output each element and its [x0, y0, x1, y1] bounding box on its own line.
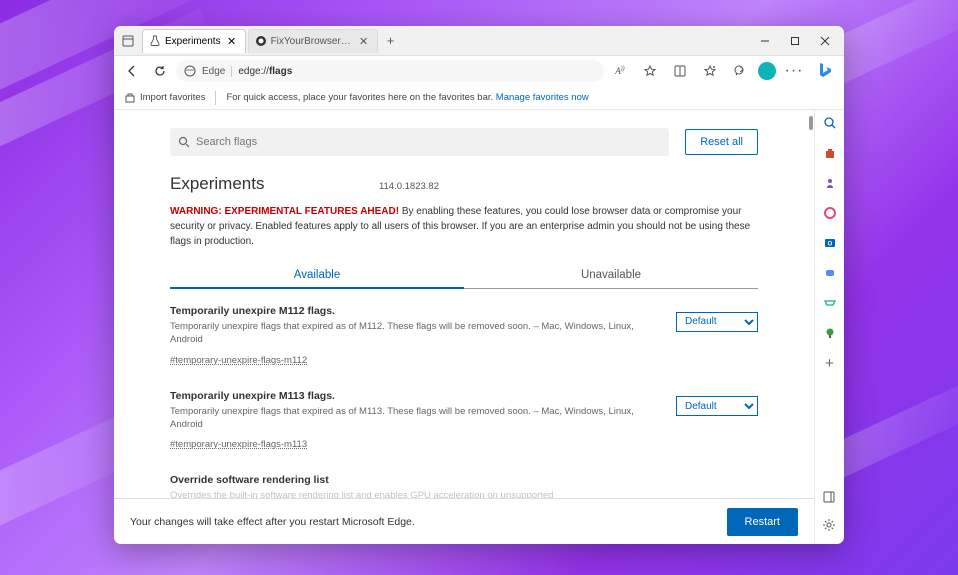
flag-title: Temporarily unexpire M112 flags.: [170, 305, 656, 317]
outlook-icon[interactable]: O: [821, 234, 839, 252]
close-button[interactable]: [810, 28, 840, 54]
restart-button[interactable]: Restart: [727, 508, 798, 536]
flag-description: Temporarily unexpire flags that expired …: [170, 405, 656, 432]
split-screen-button[interactable]: [668, 59, 692, 83]
address-url: edge://flags: [238, 66, 292, 77]
address-prefix: Edge: [202, 66, 232, 77]
reset-all-button[interactable]: Reset all: [685, 129, 758, 155]
flag-anchor-link[interactable]: #temporary-unexpire-flags-m113: [170, 439, 307, 450]
tools-icon[interactable]: [821, 174, 839, 192]
search-icon[interactable]: [821, 114, 839, 132]
titlebar: Experiments ✕ FixYourBrowser - Your Trus…: [114, 26, 844, 56]
import-favorites-label: Import favorites: [140, 92, 205, 103]
flag-description: Overrides the built-in software renderin…: [170, 489, 758, 498]
tab-available[interactable]: Available: [170, 263, 464, 289]
read-aloud-button[interactable]: A)): [608, 59, 632, 83]
flag-select[interactable]: Default: [676, 396, 758, 416]
shopping-icon[interactable]: [821, 144, 839, 162]
more-button[interactable]: ···: [782, 59, 806, 83]
tab-unavailable[interactable]: Unavailable: [464, 263, 758, 288]
svg-text:O: O: [827, 242, 832, 248]
new-tab-button[interactable]: +: [380, 30, 402, 52]
flask-icon: [149, 35, 161, 47]
tab-title: Experiments: [165, 36, 221, 47]
collections-button[interactable]: [728, 59, 752, 83]
favorite-button[interactable]: [638, 59, 662, 83]
profile-avatar[interactable]: [758, 62, 776, 80]
page-title: Experiments: [170, 174, 264, 194]
favorites-bar: Import favorites For quick access, place…: [114, 86, 844, 110]
import-icon: [124, 92, 136, 104]
flag-select[interactable]: Default: [676, 312, 758, 332]
games-icon[interactable]: [821, 264, 839, 282]
maximize-button[interactable]: [780, 28, 810, 54]
site-icon: [255, 35, 267, 47]
edge-icon: [184, 65, 196, 77]
drop-icon[interactable]: [821, 294, 839, 312]
address-bar[interactable]: Edge edge://flags: [176, 60, 604, 82]
search-icon: [178, 136, 190, 148]
refresh-button[interactable]: [148, 59, 172, 83]
flag-row: Override software rendering list Overrid…: [170, 474, 758, 498]
flag-row: Temporarily unexpire M112 flags. Tempora…: [170, 305, 758, 368]
back-button[interactable]: [120, 59, 144, 83]
flag-anchor-link[interactable]: #temporary-unexpire-flags-m112: [170, 355, 307, 366]
toolbar: Edge edge://flags A)) ···: [114, 56, 844, 86]
close-icon[interactable]: ✕: [357, 34, 371, 48]
import-favorites-button[interactable]: Import favorites: [124, 92, 205, 104]
settings-icon[interactable]: [820, 516, 838, 534]
warning-text: WARNING: EXPERIMENTAL FEATURES AHEAD! By…: [170, 204, 758, 249]
tree-icon[interactable]: [821, 324, 839, 342]
flag-tabs: Available Unavailable: [170, 263, 758, 289]
bing-button[interactable]: [811, 58, 837, 84]
search-flags-field[interactable]: [170, 128, 669, 156]
hide-sidebar-button[interactable]: [820, 488, 838, 506]
flag-description: Temporarily unexpire flags that expired …: [170, 320, 656, 347]
add-sidebar-button[interactable]: +: [821, 354, 839, 372]
manage-favorites-link[interactable]: Manage favorites now: [496, 92, 589, 103]
office-icon[interactable]: [821, 204, 839, 222]
page-content: Reset all Experiments 114.0.1823.82 WARN…: [114, 110, 814, 544]
close-icon[interactable]: ✕: [225, 34, 239, 48]
tabs-overview-button[interactable]: [118, 31, 138, 51]
flag-title: Temporarily unexpire M113 flags.: [170, 390, 656, 402]
flag-title: Override software rendering list: [170, 474, 758, 486]
restart-message: Your changes will take effect after you …: [130, 516, 415, 528]
restart-bar: Your changes will take effect after you …: [114, 498, 814, 544]
tab-experiments[interactable]: Experiments ✕: [142, 29, 246, 53]
sidebar: O +: [814, 110, 844, 544]
search-input[interactable]: [196, 136, 661, 148]
favorites-button[interactable]: [698, 59, 722, 83]
minimize-button[interactable]: [750, 28, 780, 54]
tab-fixyourbrowser[interactable]: FixYourBrowser - Your Trusted G… ✕: [248, 29, 378, 53]
flag-row: Temporarily unexpire M113 flags. Tempora…: [170, 390, 758, 453]
browser-window: Experiments ✕ FixYourBrowser - Your Trus…: [114, 26, 844, 544]
version-label: 114.0.1823.82: [379, 181, 439, 192]
scrollbar[interactable]: [808, 110, 814, 498]
tab-title: FixYourBrowser - Your Trusted G…: [271, 36, 353, 47]
favorites-hint: For quick access, place your favorites h…: [226, 92, 588, 103]
